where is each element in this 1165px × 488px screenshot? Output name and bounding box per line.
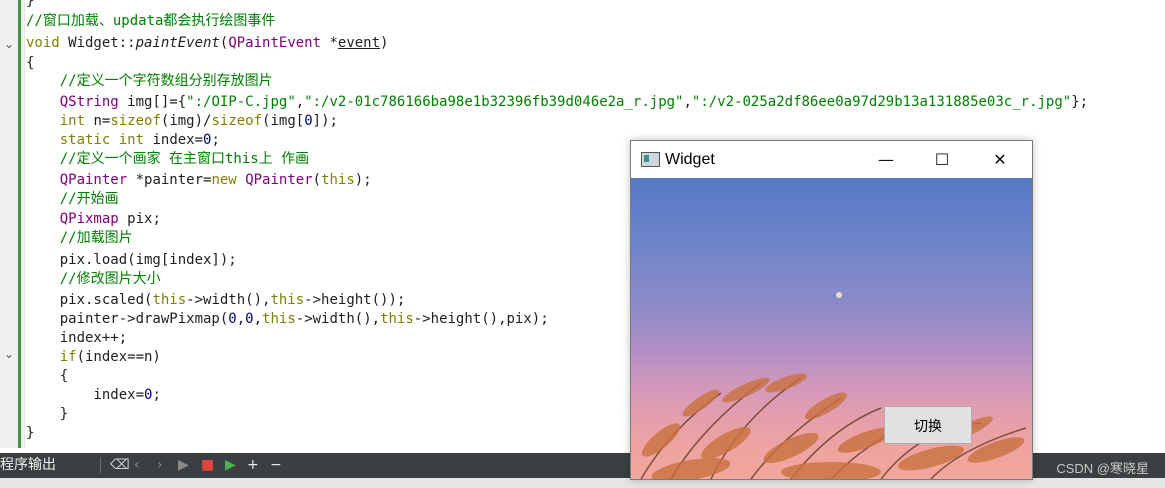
code-line: { xyxy=(26,55,35,71)
code-line: //修改图片大小 xyxy=(26,271,161,287)
switch-button[interactable]: 切换 xyxy=(884,406,972,444)
code-line: static int index=0; xyxy=(59,132,220,148)
code-line: QPainter *painter=new QPainter(this); xyxy=(59,172,372,188)
toolbar-divider xyxy=(100,457,101,474)
code-line: painter->drawPixmap(0,0,this->width(),th… xyxy=(26,311,549,327)
output-panel-label[interactable]: 程序输出 xyxy=(0,457,56,474)
previous-icon[interactable]: ‹ xyxy=(134,457,140,474)
code-line: //定义一个字符数组分别存放图片 xyxy=(26,73,273,89)
code-line: pix.scaled(this->width(),this->height())… xyxy=(26,292,406,308)
fold-arrow-icon[interactable]: ⌄ xyxy=(4,38,16,50)
maximize-button[interactable]: ☐ xyxy=(919,141,965,178)
window-title: Widget xyxy=(665,151,715,168)
modified-lines-bar xyxy=(18,0,21,448)
plus-icon[interactable]: + xyxy=(247,457,259,474)
code-line: void Widget::paintEvent(QPaintEvent *eve… xyxy=(26,35,389,51)
code-line: { xyxy=(26,368,69,384)
code-line: QString img[]={":/OIP-C.jpg",":/v2-01c78… xyxy=(59,94,1089,110)
code-line: } xyxy=(26,425,35,441)
painted-image-area: 切换 xyxy=(631,178,1032,479)
app-window-icon xyxy=(641,152,660,167)
moon-icon xyxy=(836,292,842,298)
stop-icon[interactable]: ■ xyxy=(201,457,214,474)
run-icon[interactable]: ▶ xyxy=(178,457,189,474)
code-line: index=0; xyxy=(26,387,161,403)
code-line: index++; xyxy=(26,330,128,346)
code-line: QPixmap pix; xyxy=(59,211,161,227)
fold-arrow-icon[interactable]: ⌄ xyxy=(4,348,16,360)
debug-run-icon[interactable]: ▶ xyxy=(225,457,236,474)
code-line: } xyxy=(26,406,69,422)
code-line: int n=sizeof(img)/sizeof(img[0]); xyxy=(59,113,338,129)
close-button[interactable]: ✕ xyxy=(977,141,1023,178)
minimize-button[interactable]: — xyxy=(863,141,909,178)
code-line: pix.load(img[index]); xyxy=(26,252,237,268)
code-line: if(index==n) xyxy=(59,349,161,365)
widget-window[interactable]: Widget — ☐ ✕ 切换 xyxy=(630,140,1033,480)
window-titlebar[interactable]: Widget — ☐ ✕ xyxy=(631,141,1032,178)
code-line: //加载图片 xyxy=(26,230,133,246)
minus-icon[interactable]: − xyxy=(270,457,282,474)
code-line: //窗口加载、updata都会执行绘图事件 xyxy=(26,13,276,29)
watermark: CSDN @寒晓星 xyxy=(1056,461,1149,476)
code-line: //定义一个画家 在主窗口this上 作画 xyxy=(26,151,310,167)
code-line: } xyxy=(26,0,35,9)
next-icon[interactable]: › xyxy=(157,457,163,474)
clean-icon[interactable]: ⌫ xyxy=(110,457,130,474)
editor-gutter xyxy=(0,0,25,448)
code-line: //开始画 xyxy=(26,191,119,207)
